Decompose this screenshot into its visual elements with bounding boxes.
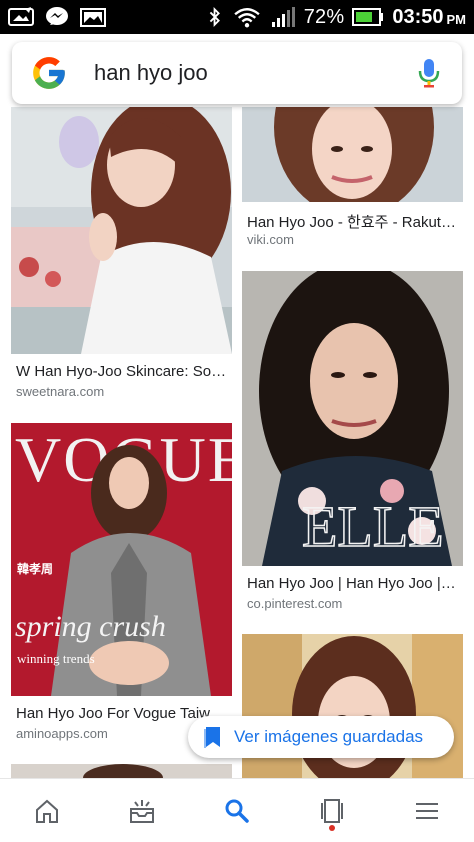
result-source-1: sweetnara.com [16,384,105,399]
elle-masthead: ELLE [302,494,444,559]
nav-home[interactable] [17,781,77,841]
result-card-2[interactable]: Han Hyo Joo - 한효주 - Rakuten... viki.com [242,107,463,251]
result-card-1[interactable]: W Han Hyo-Joo Skincare: Soor... sweetnar… [11,107,232,403]
result-title-2[interactable]: Han Hyo Joo - 한효주 - Rakuten... [247,211,459,232]
result-thumbnail-6[interactable] [11,764,232,778]
screen: 72% 03:50 PM W Han Hyo-Joo Skincare: Soo… [0,0,474,842]
result-thumbnail-3[interactable]: VOGUE 韓孝周 spring crush winning trends [11,423,232,696]
result-source-4: co.pinterest.com [247,596,343,611]
home-icon [36,799,59,823]
status-system: 72% 03:50 PM [206,6,466,29]
vogue-headline: spring crush [15,610,166,643]
result-card-6[interactable] [11,764,232,778]
gallery-icon [80,8,106,27]
messenger-icon [46,7,68,25]
result-card-4[interactable]: ELLE Han Hyo Joo | Han Hyo Joo | P... co… [242,271,463,621]
nav-search[interactable] [207,781,267,841]
battery-icon [352,8,384,26]
nav-updates[interactable] [112,781,172,841]
search-bar[interactable] [12,42,462,104]
bluetooth-icon [209,6,220,28]
mic-icon[interactable] [418,57,440,89]
bottom-nav [0,778,474,842]
result-source-3: aminoapps.com [16,726,108,741]
tabs-icon [320,798,343,823]
wifi-icon [234,8,260,28]
status-notifications [8,6,106,28]
updates-icon [130,799,155,823]
result-thumbnail-4[interactable]: ELLE [242,271,463,566]
result-source-2: viki.com [247,232,294,247]
nav-tabs[interactable] [302,781,362,841]
menu-icon [415,802,438,819]
result-card-3[interactable]: VOGUE 韓孝周 spring crush winning trends Ha… [11,423,232,745]
vogue-chinese-title: 韓孝周 [17,561,53,576]
signal-icon [271,7,295,27]
vogue-subheadline: winning trends [17,651,95,666]
result-title-1[interactable]: W Han Hyo-Joo Skincare: Soor... [16,363,228,380]
result-title-4[interactable]: Han Hyo Joo | Han Hyo Joo | P... [247,575,459,592]
clock-ampm: PM [446,11,467,27]
saved-images-label: Ver imágenes guardadas [234,727,424,746]
result-thumbnail-1[interactable] [11,107,232,354]
search-icon [225,799,249,823]
search-input[interactable] [94,60,394,86]
notification-dot [328,824,335,831]
image-edit-icon [8,7,34,26]
battery-percent: 72% [303,5,345,28]
clock-time: 03:50 [392,5,444,28]
bookmark-icon [204,727,220,748]
nav-menu[interactable] [397,781,457,841]
saved-images-button[interactable]: Ver imágenes guardadas [188,716,454,758]
status-bar: 72% 03:50 PM [0,0,474,34]
google-g-logo[interactable] [30,54,68,92]
result-thumbnail-2[interactable] [242,107,463,202]
